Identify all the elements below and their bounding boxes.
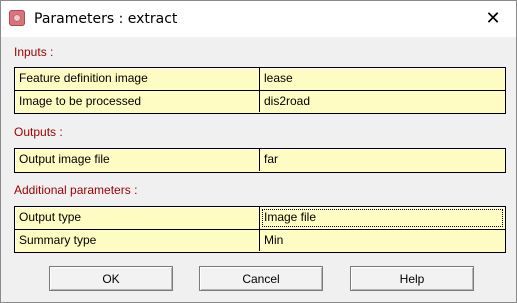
inputs-grid: Feature definition image lease Image to … <box>14 67 506 114</box>
additional-grid: Output type Image file Summary type Min <box>14 206 506 253</box>
summary-type-select[interactable]: Min <box>260 230 505 251</box>
inputs-section-label: Inputs : <box>14 45 54 59</box>
ok-button[interactable]: OK <box>49 266 173 291</box>
outputs-grid: Output image file far <box>14 148 506 173</box>
param-name: Output image file <box>15 149 260 171</box>
app-icon <box>9 10 25 26</box>
param-name: Output type <box>15 207 260 229</box>
output-image-file-field[interactable]: far <box>260 149 505 171</box>
param-name: Image to be processed <box>15 91 260 112</box>
title-bar: Parameters : extract ✕ <box>1 1 516 37</box>
param-name: Summary type <box>15 230 260 251</box>
param-name: Feature definition image <box>15 68 260 90</box>
outputs-section-label: Outputs : <box>14 125 63 139</box>
cancel-button[interactable]: Cancel <box>199 266 323 291</box>
help-button[interactable]: Help <box>350 266 474 291</box>
table-row: Summary type Min <box>15 229 505 251</box>
table-row: Output type Image file <box>15 207 505 229</box>
close-icon[interactable]: ✕ <box>470 1 516 37</box>
additional-parameters-section-label: Additional parameters : <box>14 183 138 197</box>
table-row: Image to be processed dis2road <box>15 90 505 112</box>
output-type-select[interactable]: Image file <box>260 207 505 229</box>
table-row: Output image file far <box>15 149 505 171</box>
window-title: Parameters : extract <box>34 11 178 27</box>
parameters-dialog: Parameters : extract ✕ Inputs : Feature … <box>0 0 517 303</box>
image-to-be-processed-field[interactable]: dis2road <box>260 91 505 112</box>
feature-definition-image-field[interactable]: lease <box>260 68 505 90</box>
table-row: Feature definition image lease <box>15 68 505 90</box>
